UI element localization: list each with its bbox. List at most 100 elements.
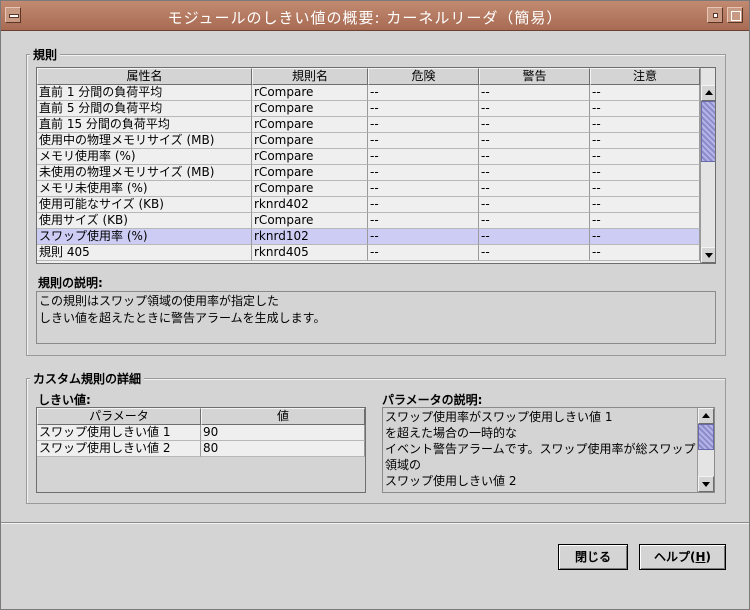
cell-rule-name: rCompare bbox=[252, 213, 368, 229]
table-row[interactable]: 直前 5 分間の負荷平均 rCompare -- -- -- bbox=[37, 101, 700, 117]
rules-table-header: 属性名 規則名 危険 警告 注意 bbox=[37, 68, 700, 85]
cell-attribute: 直前 5 分間の負荷平均 bbox=[37, 101, 252, 117]
custom-rule-group-legend: カスタム規則の詳細 bbox=[30, 370, 145, 387]
rule-description-line: この規則はスワップ領域の使用率が指定した bbox=[39, 294, 280, 308]
cell-attribute: 直前 1 分間の負荷平均 bbox=[37, 85, 252, 101]
cell-parameter: スワップ使用しきい値 1 bbox=[37, 425, 201, 441]
cell-caution: -- bbox=[590, 101, 700, 117]
cell-rule-name: rknrd102 bbox=[252, 229, 368, 245]
table-row[interactable]: 規則 405 rknrd405 -- -- -- bbox=[37, 245, 700, 261]
cell-caution: -- bbox=[590, 229, 700, 245]
rules-table-scrollbar[interactable] bbox=[700, 68, 715, 263]
column-header-parameter[interactable]: パラメータ bbox=[37, 408, 201, 425]
cell-alert: -- bbox=[479, 133, 590, 149]
param-description-line: スワップ使用率がスワップ使用しきい値 1 bbox=[385, 410, 613, 424]
cell-attribute: スワップ使用率 (%) bbox=[37, 229, 252, 245]
column-header-critical[interactable]: 危険 bbox=[368, 68, 479, 85]
help-button[interactable]: ヘルプ(H) bbox=[639, 544, 726, 570]
scroll-thumb[interactable] bbox=[698, 424, 714, 450]
scroll-down-button[interactable] bbox=[701, 247, 715, 263]
cell-critical: -- bbox=[368, 245, 479, 261]
close-button[interactable]: 閉じる bbox=[558, 544, 628, 570]
cell-critical: -- bbox=[368, 149, 479, 165]
cell-caution: -- bbox=[590, 165, 700, 181]
param-description-text[interactable]: スワップ使用率がスワップ使用しきい値 1 を超えた場合の一時的な イベント警告ア… bbox=[382, 407, 715, 493]
cell-alert: -- bbox=[479, 213, 590, 229]
button-separator bbox=[1, 522, 749, 524]
rule-description-text[interactable]: この規則はスワップ領域の使用率が指定した しきい値を超えたときに警告アラームを生… bbox=[36, 291, 716, 344]
window-menu-button[interactable] bbox=[5, 7, 21, 23]
table-row[interactable]: 使用サイズ (KB) rCompare -- -- -- bbox=[37, 213, 700, 229]
cell-critical: -- bbox=[368, 181, 479, 197]
title-bar[interactable]: モジュールのしきい値の概要: カーネルリーダ（簡易） bbox=[1, 1, 749, 31]
window-title: モジュールのしきい値の概要: カーネルリーダ（簡易） bbox=[167, 9, 563, 27]
cell-alert: -- bbox=[479, 149, 590, 165]
cell-critical: -- bbox=[368, 229, 479, 245]
cell-critical: -- bbox=[368, 213, 479, 229]
rules-group-legend: 規則 bbox=[30, 46, 61, 63]
cell-rule-name: rCompare bbox=[252, 165, 368, 181]
cell-attribute: 直前 15 分間の負荷平均 bbox=[37, 117, 252, 133]
cell-critical: -- bbox=[368, 133, 479, 149]
cell-caution: -- bbox=[590, 133, 700, 149]
table-row[interactable]: スワップ使用しきい値 2 80 bbox=[37, 441, 365, 457]
table-row[interactable]: メモリ未使用率 (%) rCompare -- -- -- bbox=[37, 181, 700, 197]
column-header-alert[interactable]: 警告 bbox=[479, 68, 590, 85]
cell-rule-name: rCompare bbox=[252, 149, 368, 165]
cell-alert: -- bbox=[479, 165, 590, 181]
table-row[interactable]: スワップ使用しきい値 1 90 bbox=[37, 425, 365, 441]
param-description-line: スワップ使用しきい値 2 bbox=[385, 474, 517, 488]
cell-critical: -- bbox=[368, 165, 479, 181]
cell-caution: -- bbox=[590, 181, 700, 197]
cell-critical: -- bbox=[368, 101, 479, 117]
thresholds-label: しきい値: bbox=[38, 393, 91, 407]
cell-attribute: 未使用の物理メモリサイズ (MB) bbox=[37, 165, 252, 181]
cell-critical: -- bbox=[368, 117, 479, 133]
cell-value: 80 bbox=[201, 441, 365, 457]
table-row[interactable]: 直前 15 分間の負荷平均 rCompare -- -- -- bbox=[37, 117, 700, 133]
help-mnemonic: H bbox=[695, 550, 706, 564]
table-row[interactable]: メモリ使用率 (%) rCompare -- -- -- bbox=[37, 149, 700, 165]
cell-critical: -- bbox=[368, 197, 479, 213]
table-row[interactable]: 使用中の物理メモリサイズ (MB) rCompare -- -- -- bbox=[37, 133, 700, 149]
cell-rule-name: rCompare bbox=[252, 181, 368, 197]
cell-alert: -- bbox=[479, 181, 590, 197]
cell-caution: -- bbox=[590, 85, 700, 101]
cell-attribute: 使用中の物理メモリサイズ (MB) bbox=[37, 133, 252, 149]
cell-attribute: 使用可能なサイズ (KB) bbox=[37, 197, 252, 213]
param-description-line: 領域の bbox=[385, 458, 422, 472]
column-header-caution[interactable]: 注意 bbox=[590, 68, 700, 85]
scroll-up-button[interactable] bbox=[701, 85, 715, 101]
help-button-label: ヘルプ bbox=[653, 550, 690, 564]
threshold-table-header: パラメータ 値 bbox=[37, 408, 365, 425]
table-row[interactable]: 使用可能なサイズ (KB) rknrd402 -- -- -- bbox=[37, 197, 700, 213]
scroll-up-button[interactable] bbox=[698, 408, 714, 424]
column-header-attribute[interactable]: 属性名 bbox=[37, 68, 252, 85]
table-row[interactable]: スワップ使用率 (%) rknrd102 -- -- -- bbox=[37, 229, 700, 245]
table-row[interactable]: 未使用の物理メモリサイズ (MB) rCompare -- -- -- bbox=[37, 165, 700, 181]
scroll-thumb[interactable] bbox=[701, 101, 715, 162]
column-header-rule-name[interactable]: 規則名 bbox=[252, 68, 368, 85]
rule-description-line: しきい値を超えたときに警告アラームを生成します。 bbox=[39, 311, 326, 325]
dialog-window: モジュールのしきい値の概要: カーネルリーダ（簡易） 規則 属性名 規則名 危険… bbox=[0, 0, 750, 610]
scroll-down-button[interactable] bbox=[698, 476, 714, 492]
minimize-button[interactable] bbox=[707, 7, 723, 23]
cell-rule-name: rCompare bbox=[252, 101, 368, 117]
cell-alert: -- bbox=[479, 197, 590, 213]
cell-rule-name: rCompare bbox=[252, 85, 368, 101]
param-description-label: パラメータの説明: bbox=[382, 393, 483, 407]
table-row[interactable]: 直前 1 分間の負荷平均 rCompare -- -- -- bbox=[37, 85, 700, 101]
param-description-scrollbar[interactable] bbox=[697, 408, 714, 492]
threshold-table: パラメータ 値 スワップ使用しきい値 1 90 スワップ使用しきい値 2 80 bbox=[36, 407, 366, 493]
cell-caution: -- bbox=[590, 213, 700, 229]
cell-rule-name: rCompare bbox=[252, 133, 368, 149]
cell-alert: -- bbox=[479, 229, 590, 245]
close-button-label: 閉じる bbox=[574, 550, 611, 564]
cell-critical: -- bbox=[368, 85, 479, 101]
cell-caution: -- bbox=[590, 245, 700, 261]
cell-alert: -- bbox=[479, 101, 590, 117]
column-header-value[interactable]: 値 bbox=[201, 408, 365, 425]
maximize-button[interactable] bbox=[727, 7, 743, 23]
cell-value: 90 bbox=[201, 425, 365, 441]
cell-parameter: スワップ使用しきい値 2 bbox=[37, 441, 201, 457]
